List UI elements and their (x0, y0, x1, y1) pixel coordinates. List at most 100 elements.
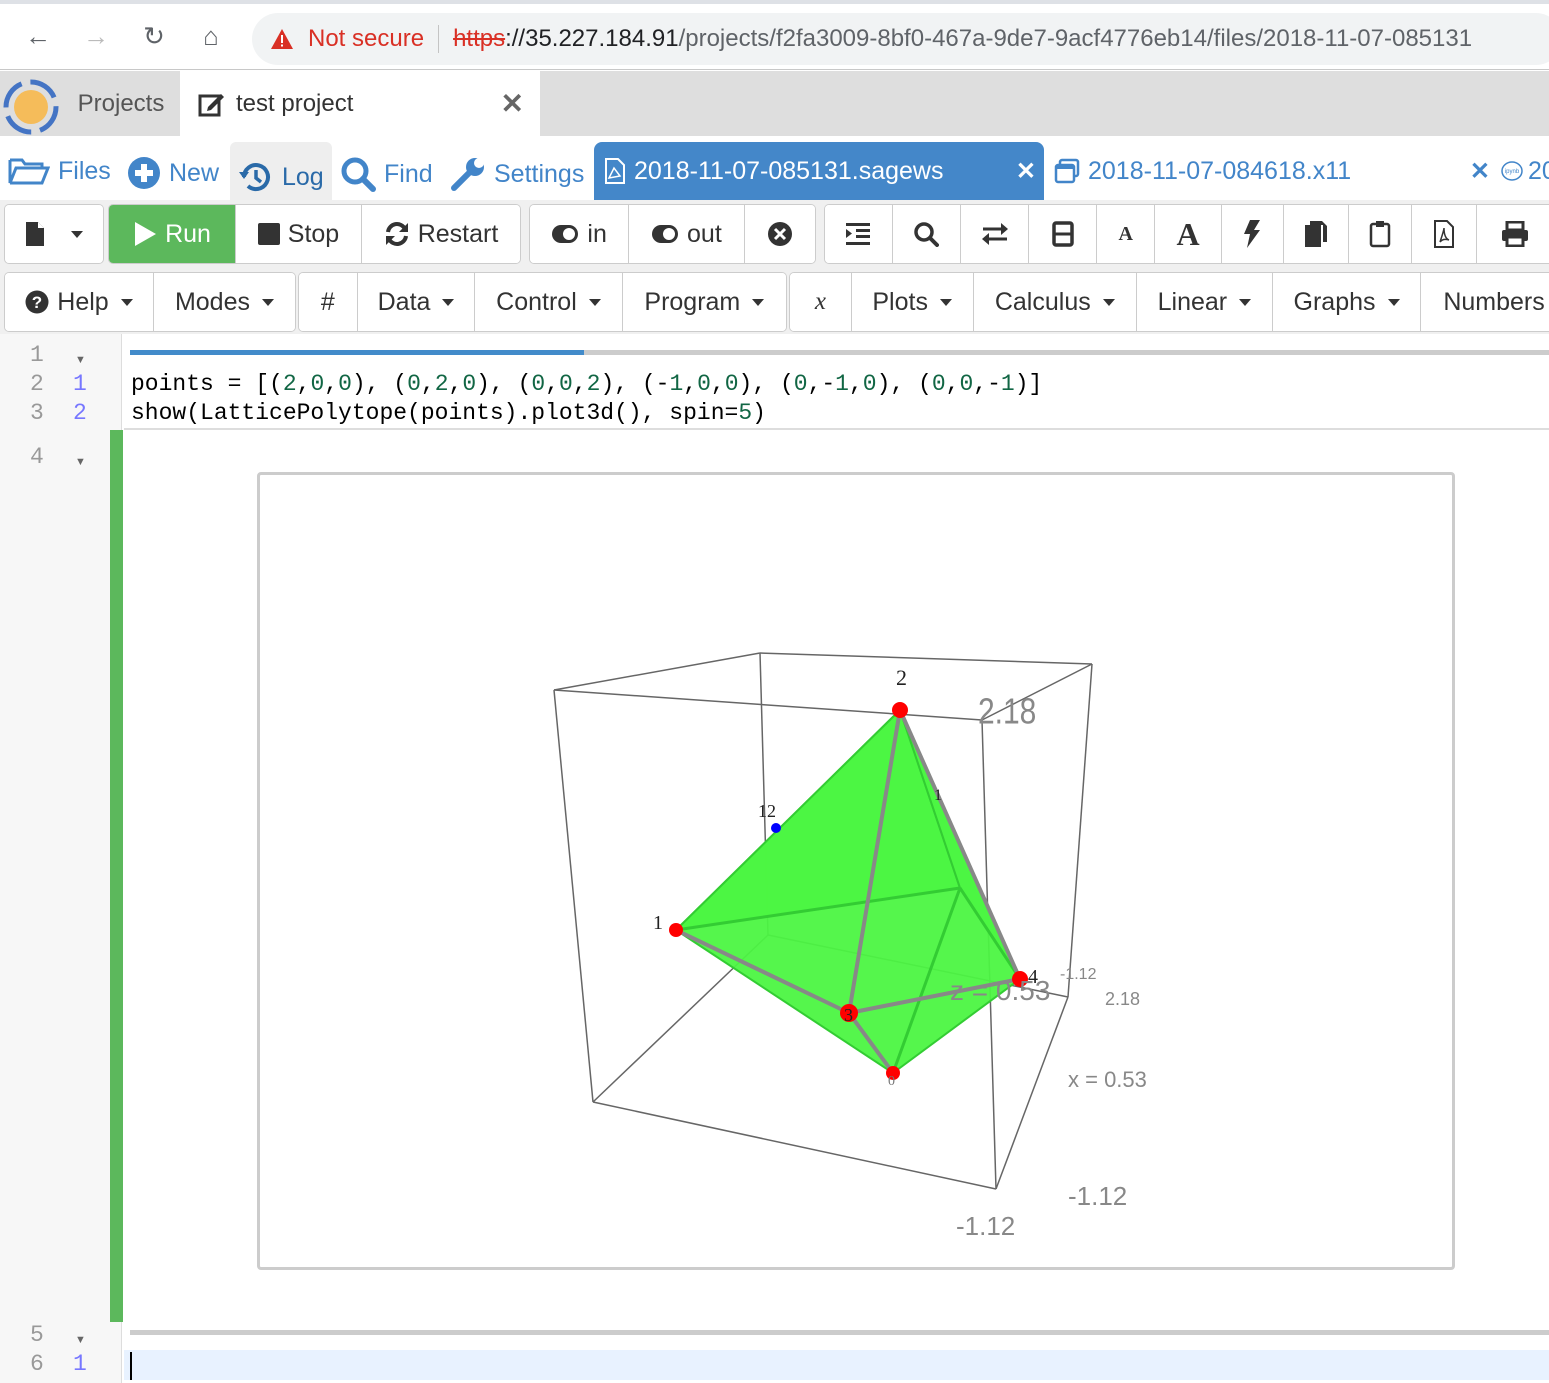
file-nav-bar: Files New Log Find Settings 2018-11-07-0… (0, 136, 1549, 200)
axis-label: 2.18 (978, 692, 1036, 732)
security-label: Not secure (308, 25, 424, 53)
vertex-2 (892, 702, 908, 718)
paste-button[interactable] (1349, 205, 1413, 263)
plots-menu[interactable]: Plots (852, 273, 974, 331)
find-button[interactable]: Find (340, 156, 433, 192)
axis-label: -1.12 (956, 1211, 1015, 1241)
caret-down-icon (1239, 299, 1251, 306)
copy-button[interactable] (1284, 205, 1349, 263)
polytope-3d-plot[interactable]: 2 1 3 4 0 12 1 2.18 -1.12 2.18 -1.12 -1.… (260, 475, 1452, 1267)
axis-label: -1.12 (1068, 1181, 1127, 1211)
project-tab-label: test project (236, 90, 353, 118)
fold-marker-icon[interactable]: ▼ (75, 456, 86, 468)
browser-navbar: ← → ↻ ⌂ Not secure https://35.227.184.91… (0, 4, 1549, 70)
relative-line-number: 1 (73, 371, 87, 397)
svg-text:ipynb: ipynb (1505, 169, 1520, 175)
print-button[interactable] (1477, 205, 1549, 263)
worksheet-editor[interactable]: 1 ▼ 2 1 3 2 4 ▼ 5 ▼ 6 1 points = [(2,0,0… (0, 334, 1549, 1383)
control-menu[interactable]: Control (475, 273, 622, 331)
stop-label: Stop (288, 220, 339, 249)
fold-marker-icon[interactable]: ▼ (75, 1334, 86, 1346)
decrease-font-button[interactable]: A (1097, 205, 1155, 263)
run-control-group: Run Stop Restart (108, 204, 521, 264)
linear-menu[interactable]: Linear (1137, 273, 1273, 331)
export-pdf-button[interactable] (1412, 205, 1477, 263)
toggle-input-button[interactable]: in (530, 205, 629, 263)
home-icon[interactable]: ⌂ (193, 18, 229, 54)
small-font-label: A (1118, 223, 1132, 246)
graphs-menu[interactable]: Graphs (1273, 273, 1422, 331)
code-line: show(LatticePolytope(points).plot3d(), s… (131, 400, 766, 426)
comment-button[interactable]: # (299, 273, 358, 331)
active-input-line[interactable] (124, 1350, 1549, 1380)
file-tab-sagews[interactable]: 2018-11-07-085131.sagews ✕ (594, 142, 1044, 200)
svg-text:?: ? (32, 293, 42, 312)
close-tab-icon[interactable]: ✕ (1470, 157, 1490, 186)
vertex-label: 1 (653, 912, 663, 934)
back-arrow-icon[interactable]: ← (20, 18, 56, 54)
close-project-icon[interactable]: ✕ (501, 87, 524, 120)
replace-button[interactable] (961, 205, 1030, 263)
forward-arrow-icon[interactable]: → (78, 18, 114, 54)
file-menu-button[interactable] (5, 205, 103, 263)
edit-icon (198, 91, 226, 117)
mode-toolbar: ? Help Modes # Data Control Program x Pl… (0, 268, 1549, 334)
new-button[interactable]: New (127, 156, 219, 190)
bolt-icon (1243, 220, 1261, 248)
help-menu[interactable]: ? Help (5, 273, 154, 331)
file-menu-group (4, 204, 104, 264)
sagews-file-icon (604, 158, 626, 184)
fold-marker-icon[interactable]: ▼ (75, 354, 86, 366)
copy-icon (1304, 220, 1328, 248)
clear-output-button[interactable] (745, 205, 816, 263)
run-button[interactable]: Run (109, 205, 236, 263)
close-tab-icon[interactable]: ✕ (1016, 157, 1036, 186)
linear-label: Linear (1158, 288, 1228, 317)
io-toggle-group: in out (529, 204, 816, 264)
caret-down-icon (1388, 299, 1400, 306)
address-bar[interactable]: Not secure https://35.227.184.91/project… (252, 13, 1549, 65)
settings-button[interactable]: Settings (450, 156, 584, 192)
cell-separator[interactable] (130, 1330, 1549, 1335)
control-label: Control (496, 288, 577, 317)
project-tab-test-project[interactable]: test project ✕ (180, 71, 540, 136)
indent-button[interactable] (825, 205, 893, 263)
omnibox-divider (438, 25, 439, 53)
restart-button[interactable]: Restart (362, 205, 520, 263)
search-button[interactable] (893, 205, 961, 263)
file-tab-x11[interactable]: 2018-11-07-084618.x11 ✕ (1050, 142, 1510, 200)
data-menu[interactable]: Data (358, 273, 476, 331)
variable-button[interactable]: x (790, 273, 852, 331)
stop-button[interactable]: Stop (236, 205, 362, 263)
reload-icon[interactable]: ↻ (136, 18, 172, 54)
toggle-output-button[interactable]: out (629, 205, 744, 263)
numbers-menu[interactable]: Numbers (1421, 273, 1549, 331)
flash-button[interactable] (1222, 205, 1284, 263)
program-menu[interactable]: Program (623, 273, 786, 331)
security-indicator[interactable]: Not secure (270, 25, 424, 53)
vertex-label: 0 (888, 1074, 895, 1089)
vertex-1 (669, 923, 683, 937)
calculus-menu[interactable]: Calculus (974, 273, 1138, 331)
vertex-label: 2 (896, 665, 907, 690)
increase-font-button[interactable]: A (1155, 205, 1222, 263)
indent-icon (846, 222, 870, 246)
file-tab-ipynb[interactable]: ipynb 20 (1500, 142, 1549, 200)
modes-label: Modes (175, 288, 250, 317)
projects-tab[interactable]: Projects (62, 71, 180, 136)
stop-icon (258, 223, 280, 245)
play-icon (133, 221, 157, 247)
files-button[interactable]: Files (8, 156, 111, 186)
vertex-label: 1 (934, 787, 942, 804)
log-button[interactable]: Log (230, 142, 332, 200)
caret-down-icon (71, 231, 83, 238)
search-icon (340, 156, 376, 192)
graphs-label: Graphs (1294, 288, 1376, 317)
toggle-icon (651, 224, 679, 244)
box-edge (593, 1102, 996, 1189)
cocalc-logo-icon[interactable] (3, 79, 59, 135)
split-view-button[interactable] (1029, 205, 1097, 263)
plot3d-output[interactable]: 2 1 3 4 0 12 1 2.18 -1.12 2.18 -1.12 -1.… (257, 472, 1455, 1270)
modes-menu[interactable]: Modes (154, 273, 295, 331)
axis-label: z = 0.53 (950, 975, 1050, 1006)
